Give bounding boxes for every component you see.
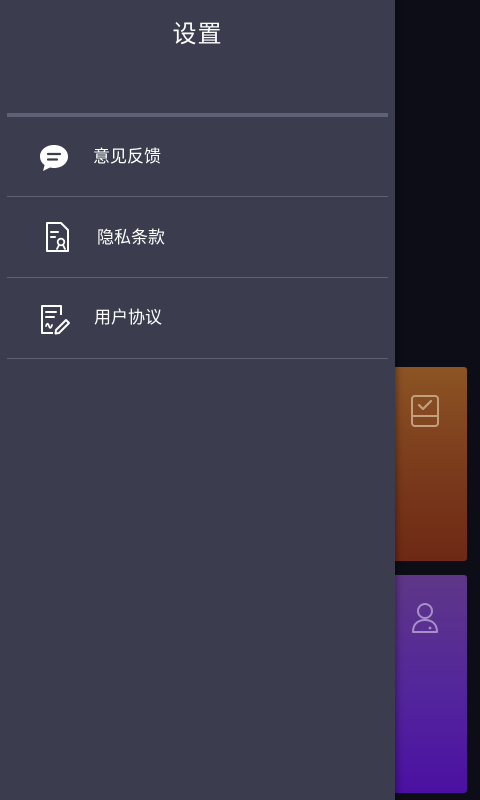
menu-item-label: 意见反馈 [93, 147, 161, 167]
menu-item-feedback[interactable]: 意见反馈 [0, 117, 395, 197]
settings-menu: 意见反馈 隐私条款 用户协议 [0, 117, 395, 359]
settings-drawer: 设置 意见反馈 隐私条款 用户协议 [0, 0, 395, 800]
agreement-document-icon [41, 305, 70, 335]
menu-item-label: 用户协议 [94, 308, 162, 328]
privacy-document-icon [46, 222, 69, 252]
menu-item-label: 隐私条款 [97, 228, 165, 248]
screen: 设置 意见反馈 隐私条款 用户协议 [0, 0, 480, 800]
checklist-icon [411, 395, 439, 427]
user-icon [412, 603, 438, 633]
chat-bubble-icon [40, 145, 68, 171]
menu-item-user-agreement[interactable]: 用户协议 [0, 278, 395, 359]
menu-item-privacy[interactable]: 隐私条款 [0, 197, 395, 278]
menu-divider [7, 358, 388, 359]
drawer-title: 设置 [172, 20, 223, 48]
